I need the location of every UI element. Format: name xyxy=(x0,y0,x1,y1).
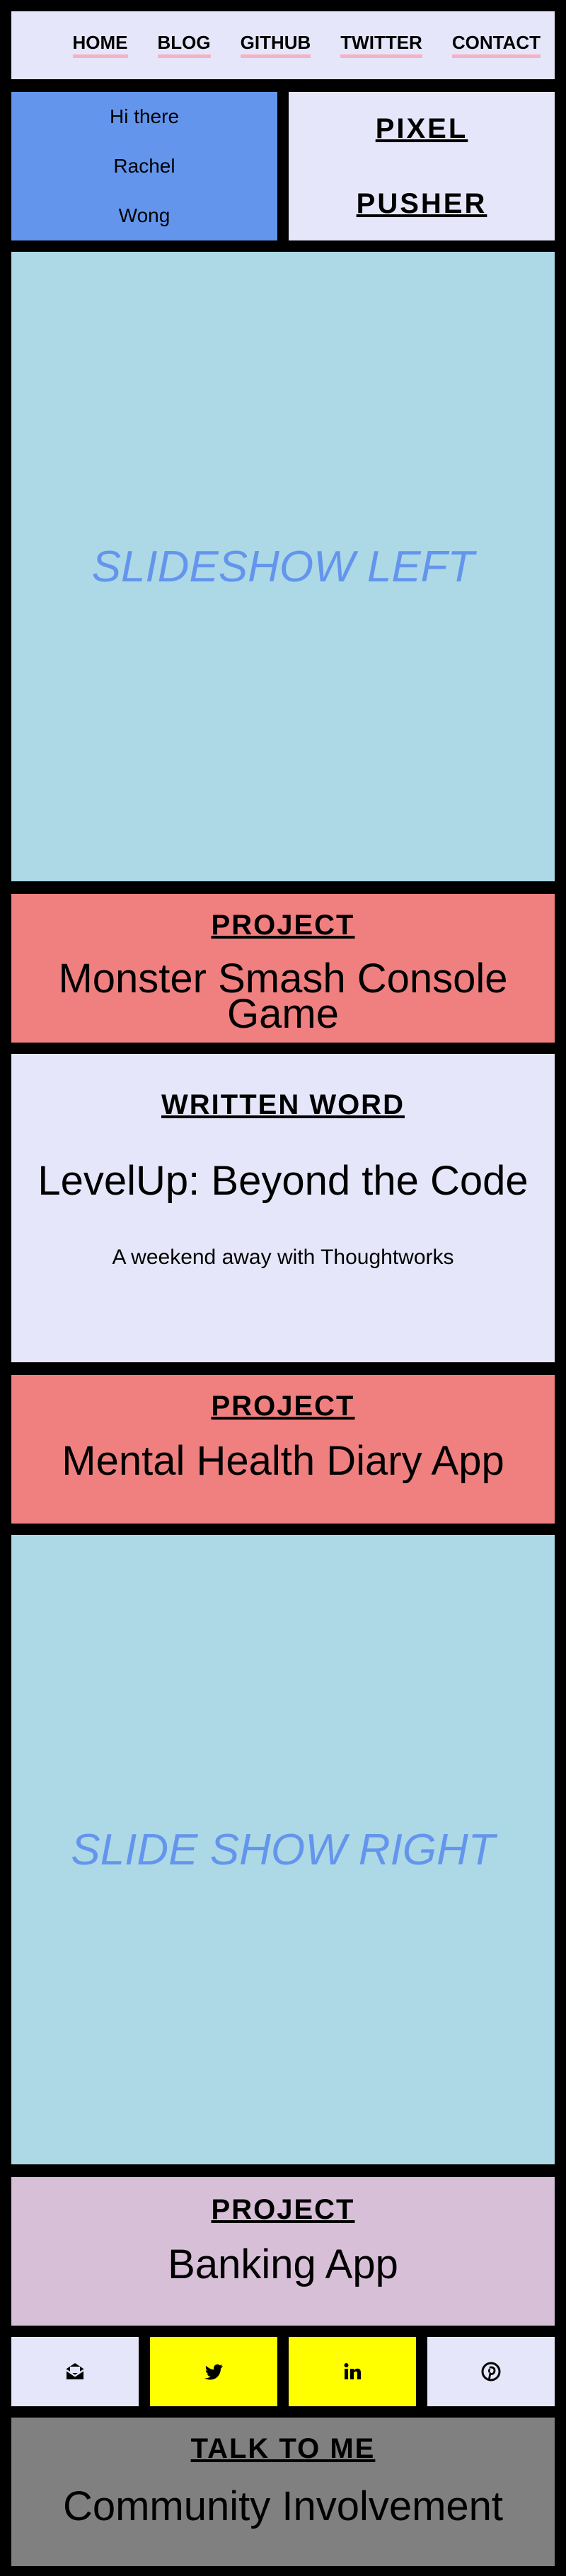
project-label: PROJECT xyxy=(211,2194,355,2225)
brand-line-1: PIXEL xyxy=(375,113,468,144)
slideshow-right-label: SLIDE SHOW RIGHT xyxy=(71,1825,495,1874)
linkedin-icon xyxy=(344,2363,361,2379)
written-word-title: LevelUp: Beyond the Code xyxy=(37,1158,529,1204)
project-title: Mental Health Diary App xyxy=(62,1438,504,1484)
brand-panel: PIXEL PUSHER xyxy=(289,92,555,240)
slideshow-right[interactable]: SLIDE SHOW RIGHT xyxy=(11,1535,555,2164)
written-word-subtitle: A weekend away with Thoughtworks xyxy=(112,1246,454,1269)
talk-label: TALK TO ME xyxy=(190,2433,376,2464)
email-icon xyxy=(66,2363,84,2379)
project-label: PROJECT xyxy=(211,1391,355,1422)
slideshow-left[interactable]: SLIDESHOW LEFT xyxy=(11,252,555,881)
project-card-banking[interactable]: PROJECT Banking App xyxy=(11,2177,555,2326)
greeting-panel: Hi there Rachel Wong xyxy=(11,92,277,240)
talk-to-me-card[interactable]: TALK TO ME Community Involvement xyxy=(11,2418,555,2566)
project-card-mental-health[interactable]: PROJECT Mental Health Diary App xyxy=(11,1375,555,1524)
nav-contact-link[interactable]: CONTACT xyxy=(451,33,541,59)
written-word-label: WRITTEN WORD xyxy=(161,1089,405,1120)
pinterest-icon xyxy=(481,2362,501,2381)
project-title: Banking App xyxy=(168,2241,398,2287)
pinterest-link[interactable] xyxy=(427,2337,555,2406)
project-title: Monster Smash Console Game xyxy=(58,956,508,1037)
brand-line-2: PUSHER xyxy=(356,188,487,219)
project-label: PROJECT xyxy=(211,910,355,941)
project-card-monster-smash[interactable]: PROJECT Monster Smash Console Game xyxy=(11,894,555,1043)
top-nav: HOME BLOG GITHUB TWITTER CONTACT xyxy=(11,11,555,79)
nav-twitter-link[interactable]: TWITTER xyxy=(340,33,422,59)
slideshow-left-label: SLIDESHOW LEFT xyxy=(91,542,475,591)
written-word-card[interactable]: WRITTEN WORD LevelUp: Beyond the Code A … xyxy=(11,1054,555,1362)
greeting-line-1: Hi there xyxy=(109,105,180,127)
twitter-icon xyxy=(204,2364,223,2380)
email-link[interactable] xyxy=(11,2337,139,2406)
greeting-line-2: Rachel xyxy=(113,155,175,177)
twitter-link[interactable] xyxy=(150,2337,277,2406)
social-links xyxy=(11,2337,555,2406)
nav-github-link[interactable]: GITHUB xyxy=(240,33,311,59)
greeting-line-3: Wong xyxy=(118,204,171,226)
talk-title: Community Involvement xyxy=(62,2483,504,2529)
nav-home-link[interactable]: HOME xyxy=(72,33,128,59)
linkedin-link[interactable] xyxy=(289,2337,416,2406)
nav-blog-link[interactable]: BLOG xyxy=(157,33,211,59)
